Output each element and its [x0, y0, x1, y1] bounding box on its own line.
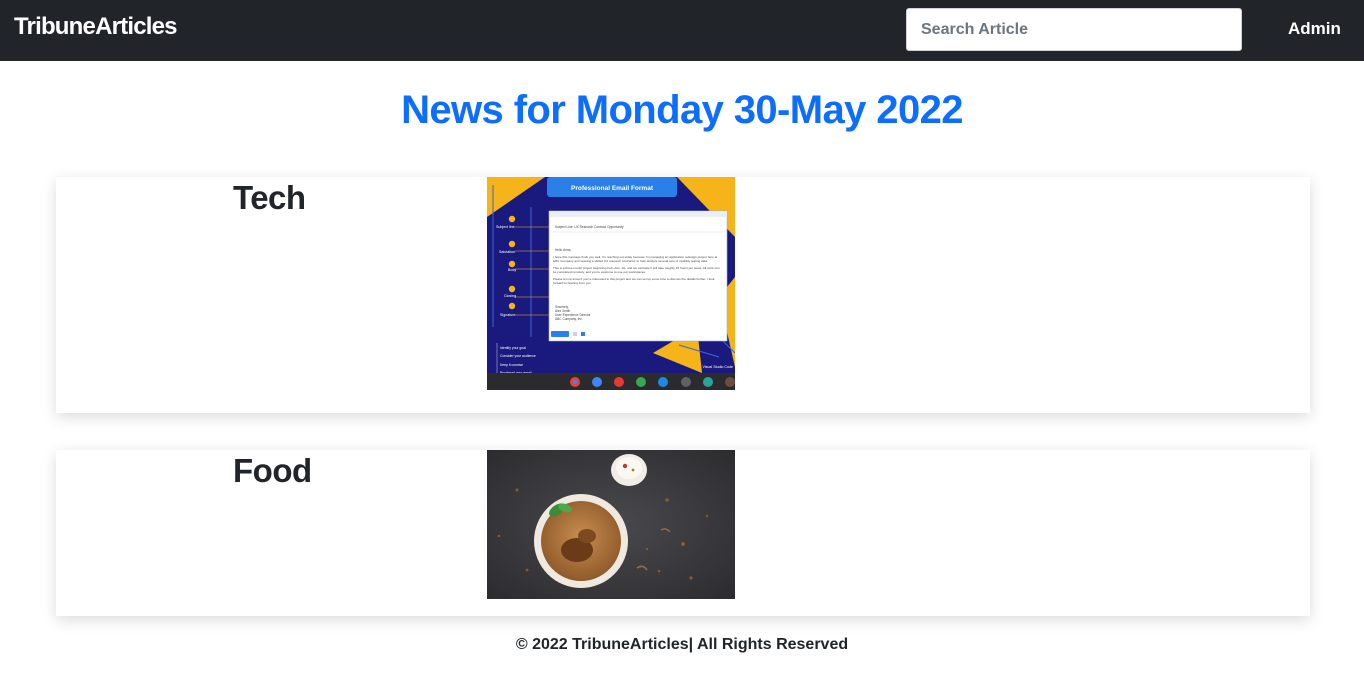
tech-image-email-paragraph: Please let me know if you're interested … [553, 277, 715, 285]
tech-image-tip: Identify your goal [500, 346, 526, 350]
food-article-image[interactable] [487, 450, 735, 599]
youtube-icon [614, 377, 624, 387]
tech-image-watermark: Visual Studio Code [702, 365, 733, 369]
terminal-icon [681, 377, 691, 387]
tech-image-tip: Consider your audience [500, 354, 536, 358]
search-input[interactable] [906, 8, 1242, 51]
tech-article-image[interactable]: Professional Email Format Subject line S… [487, 177, 735, 390]
files-icon [592, 377, 602, 387]
category-title-food: Food [233, 452, 312, 489]
tech-image-banner: Professional Email Format [571, 185, 654, 192]
tech-image-tip: Keep it concise [500, 363, 523, 367]
tech-image-step: Subject line [496, 225, 515, 229]
tech-image-email-paragraph: This is a three-month project beginning … [553, 266, 720, 274]
page-title: News for Monday 30-May 2022 [401, 88, 963, 132]
tech-image-email-signoff: ABC Company, Inc. [555, 317, 583, 321]
category-card-tech: Tech Professional Email Format Subject l… [56, 177, 1310, 413]
messages-icon [658, 377, 668, 387]
admin-link[interactable]: Admin [1288, 19, 1341, 39]
category-title-tech: Tech [233, 179, 306, 216]
tech-image-step: Signature [500, 313, 515, 317]
category-card-food: Food [56, 450, 1310, 616]
tech-image-step: Body [508, 268, 516, 272]
play-store-icon [636, 377, 646, 387]
tech-image-email-paragraph: I hope this message finds you well. I'm … [553, 255, 718, 263]
brand-logo[interactable]: TribuneArticles [14, 13, 178, 41]
navbar: TribuneArticles Admin [0, 0, 1364, 61]
footer-copyright: © 2022 TribuneArticles| All Rights Reser… [515, 636, 849, 653]
tech-image-step: Salutation [499, 250, 515, 254]
tech-image-step: Closing [504, 294, 516, 298]
tech-image-email-greeting: Hello Anna, [555, 248, 571, 252]
share-icon [703, 377, 713, 387]
tech-image-email-subject: Subject Line: UX Research Contract Oppor… [555, 225, 624, 229]
